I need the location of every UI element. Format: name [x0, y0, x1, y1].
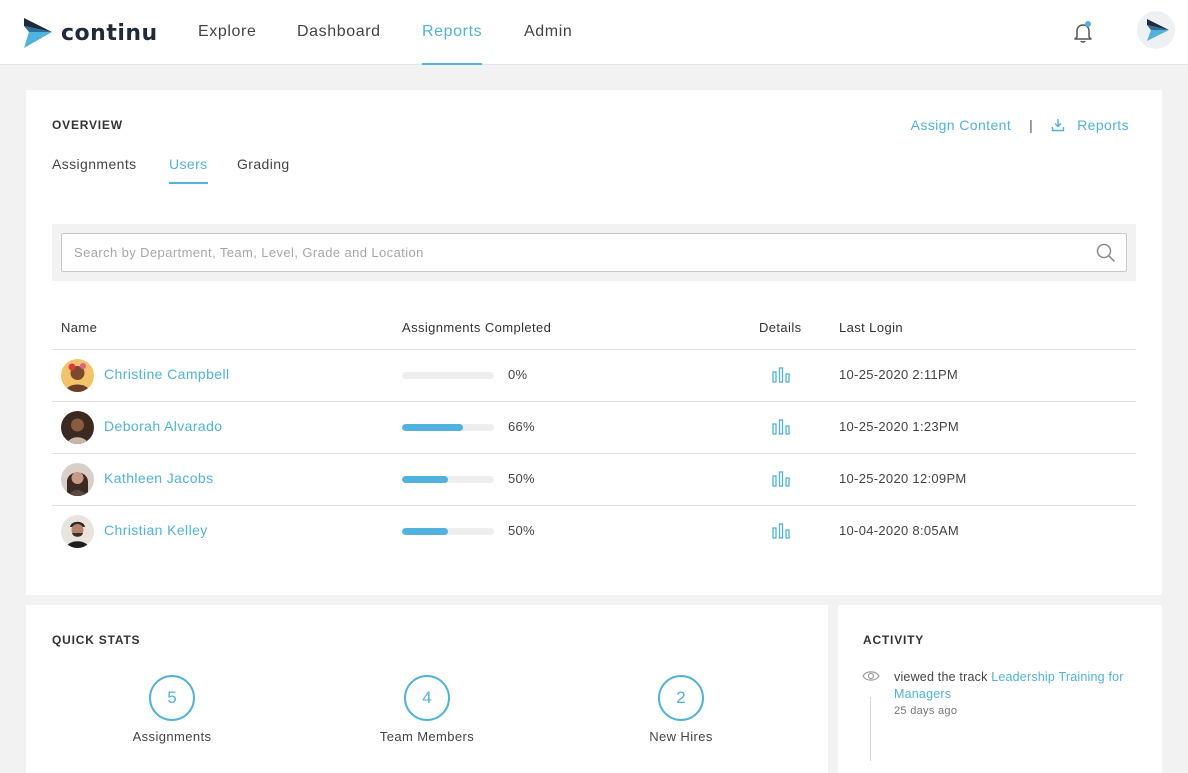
stat-new-hires[interactable]: 2 New Hires: [601, 675, 761, 744]
activity-timeline: [870, 697, 871, 761]
stat-label: Assignments: [132, 729, 212, 744]
activity-title: ACTIVITY: [863, 633, 925, 647]
bar-chart-icon[interactable]: [772, 367, 790, 383]
progress-bar: [402, 372, 494, 379]
bar-chart-icon[interactable]: [772, 523, 790, 539]
user-name-link[interactable]: Deborah Alvarado: [104, 418, 222, 434]
last-login: 10-25-2020 1:23PM: [839, 419, 960, 434]
tab-grading[interactable]: Grading: [237, 156, 290, 184]
stat-team-members[interactable]: 4 Team Members: [347, 675, 507, 744]
progress-percent: 66%: [508, 419, 535, 434]
user-name-link[interactable]: Kathleen Jacobs: [104, 470, 214, 486]
tab-users[interactable]: Users: [169, 156, 208, 184]
last-login: 10-25-2020 2:11PM: [839, 367, 959, 382]
activity-time: 25 days ago: [894, 705, 958, 717]
search-icon[interactable]: [1096, 243, 1116, 263]
overview-title: OVERVIEW: [52, 118, 123, 132]
nav-admin[interactable]: Admin: [524, 0, 572, 65]
eye-icon: [862, 671, 880, 681]
table-row: Christian Kelley 50% 10-04-2020 8:05AM: [52, 506, 1136, 558]
table-row: Christine Campbell 0% 10-25-2020 2:11PM: [52, 350, 1136, 402]
nav-explore[interactable]: Explore: [198, 0, 256, 65]
stat-assignments[interactable]: 5 Assignments: [92, 675, 252, 744]
progress-bar: [402, 424, 494, 431]
avatar-christian-icon: [61, 515, 94, 548]
header-name[interactable]: Name: [61, 320, 97, 335]
progress-percent: 50%: [508, 471, 535, 486]
progress-percent: 50%: [508, 523, 535, 538]
top-navbar: continu Explore Dashboard Reports Admin: [0, 0, 1188, 65]
quick-stats-title: QUICK STATS: [52, 633, 141, 647]
header-last-login[interactable]: Last Login: [839, 320, 903, 335]
quick-stats-card: QUICK STATS 5 Assignments 4 Team Members…: [26, 605, 828, 773]
avatar[interactable]: [61, 411, 94, 444]
user-name-link[interactable]: Christine Campbell: [104, 366, 229, 382]
logo-wordmark: continu: [61, 20, 158, 46]
progress-fill: [402, 424, 463, 431]
avatar-kathleen-icon: [61, 463, 94, 496]
user-avatar[interactable]: [1137, 11, 1175, 49]
header-assignments-completed[interactable]: Assignments Completed: [402, 320, 551, 335]
avatar-deborah-icon: [61, 411, 94, 444]
table-row: Kathleen Jacobs 50% 10-25-2020 12:09PM: [52, 454, 1136, 506]
search-panel: [52, 224, 1136, 281]
avatar-christine-icon: [61, 359, 94, 392]
stat-label: Team Members: [379, 729, 475, 744]
header-details: Details: [759, 320, 802, 335]
avatar[interactable]: [61, 515, 94, 548]
action-separator: |: [1029, 117, 1034, 133]
download-icon[interactable]: [1051, 118, 1065, 132]
logo-arrow-icon: [24, 18, 52, 48]
nav-reports[interactable]: Reports: [422, 0, 483, 65]
search-box: [61, 233, 1127, 272]
reports-link[interactable]: Reports: [1077, 117, 1129, 133]
avatar[interactable]: [61, 463, 94, 496]
bar-chart-icon[interactable]: [772, 471, 790, 487]
stat-value: 4: [404, 675, 450, 721]
overview-card: OVERVIEW Assign Content | Reports Assign…: [26, 90, 1162, 595]
table-header: Name Assignments Completed Details Last …: [52, 308, 1136, 350]
activity-card: ACTIVITY viewed the track Leadership Tra…: [838, 605, 1162, 773]
table-row: Deborah Alvarado 66% 10-25-2020 1:23PM: [52, 402, 1136, 454]
progress-fill: [402, 528, 448, 535]
activity-text: viewed the track: [894, 670, 992, 684]
stat-value: 5: [149, 675, 195, 721]
progress-bar: [402, 476, 494, 483]
avatar-logo-icon: [1147, 19, 1169, 41]
last-login: 10-04-2020 8:05AM: [839, 523, 960, 538]
activity-entry: viewed the track Leadership Training for…: [894, 669, 1134, 703]
progress-percent: 0%: [508, 367, 528, 382]
assign-content-link[interactable]: Assign Content: [911, 117, 1012, 133]
progress-bar: [402, 528, 494, 535]
stat-value: 2: [658, 675, 704, 721]
bar-chart-icon[interactable]: [772, 419, 790, 435]
search-input[interactable]: [62, 234, 1082, 271]
user-name-link[interactable]: Christian Kelley: [104, 522, 208, 538]
nav-dashboard[interactable]: Dashboard: [297, 0, 381, 65]
bell-icon[interactable]: [1071, 20, 1095, 44]
progress-fill: [402, 476, 448, 483]
users-table: Name Assignments Completed Details Last …: [52, 308, 1136, 558]
last-login: 10-25-2020 12:09PM: [839, 471, 967, 486]
avatar[interactable]: [61, 359, 94, 392]
tab-assignments[interactable]: Assignments: [52, 156, 137, 184]
overview-actions: Assign Content | Reports: [911, 117, 1129, 133]
stat-label: New Hires: [649, 729, 713, 744]
continu-logo[interactable]: continu: [24, 16, 164, 50]
